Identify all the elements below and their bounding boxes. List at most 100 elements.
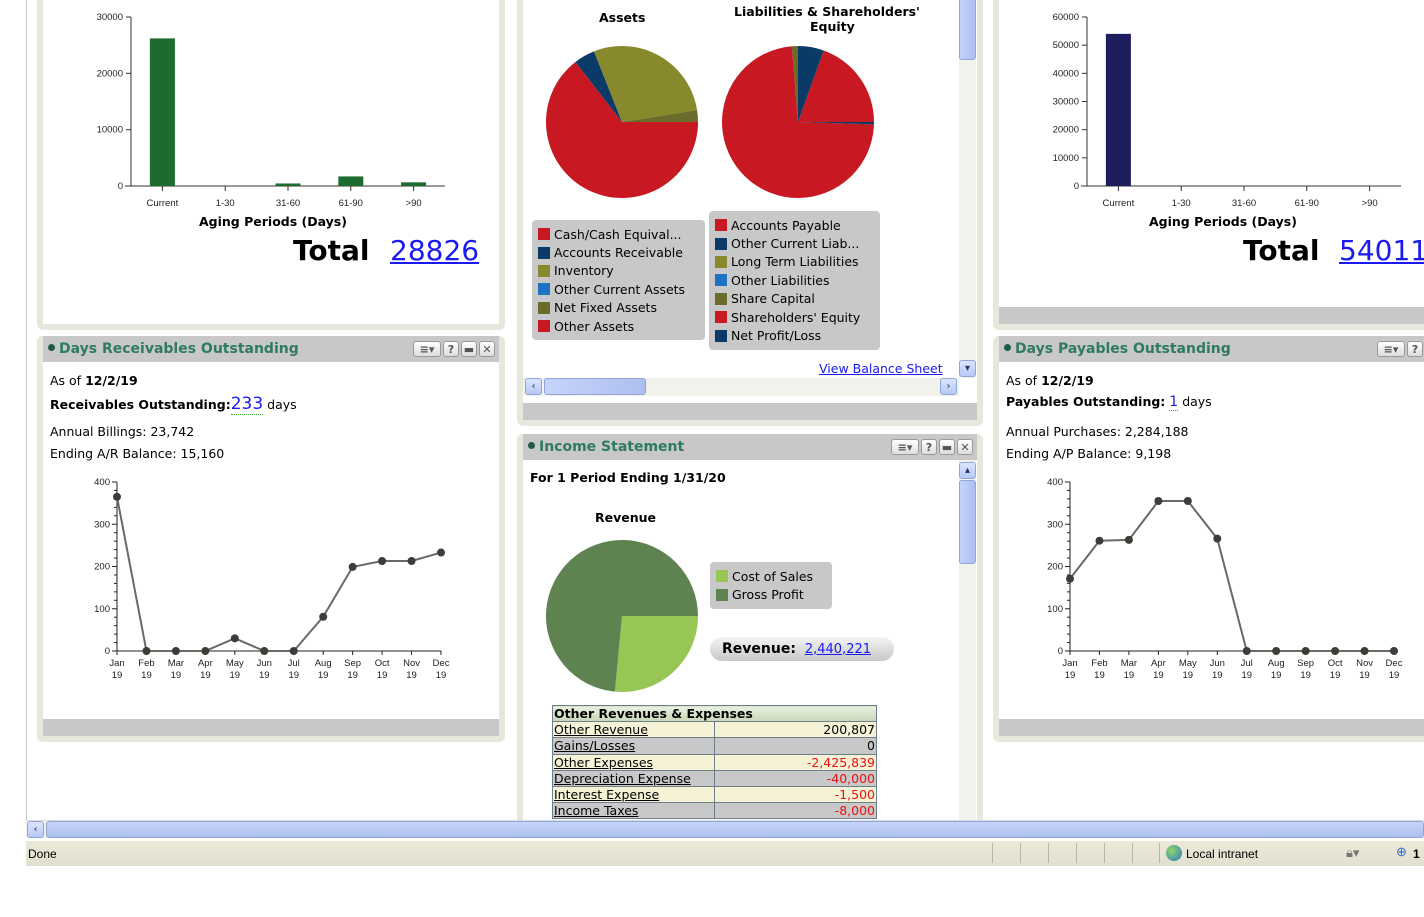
legend-swatch bbox=[538, 320, 550, 333]
x-tick-label: Current bbox=[1103, 198, 1135, 209]
revenue-value-link[interactable]: 2,440,221 bbox=[805, 642, 871, 657]
dso-help-button[interactable]: ? bbox=[443, 341, 459, 357]
ap-total-label: Total bbox=[1243, 234, 1320, 267]
row-name-link[interactable]: Gains/Losses bbox=[552, 737, 715, 755]
balance-vscroll-thumb[interactable] bbox=[959, 0, 976, 60]
dpo-help-button[interactable]: ? bbox=[1407, 341, 1423, 357]
legend-swatch bbox=[538, 301, 550, 314]
dpo-annual-purchases: Annual Purchases: 2,284,188 bbox=[1006, 424, 1189, 439]
dpo-metric-value[interactable]: 1 bbox=[1169, 394, 1179, 411]
dso-menu-button[interactable]: ≡▾ bbox=[413, 341, 441, 357]
x-tick-label: Aug bbox=[315, 658, 332, 669]
data-point bbox=[201, 647, 210, 655]
row-value: 0 bbox=[714, 737, 877, 755]
dso-title: Days Receivables Outstanding bbox=[59, 341, 299, 357]
income-scroll-up-button[interactable]: ▴ bbox=[959, 462, 976, 479]
x-tick-label: May bbox=[1179, 658, 1197, 669]
income-help-button[interactable]: ? bbox=[921, 439, 937, 455]
dso-annual-billings: Annual Billings: 23,742 bbox=[50, 424, 195, 439]
row-value: -2,425,839 bbox=[714, 753, 877, 771]
x-tick-label: Dec bbox=[1386, 658, 1403, 669]
balance-scroll-right-button[interactable]: › bbox=[940, 378, 957, 395]
as-of-date: 12/2/19 bbox=[85, 373, 138, 388]
x-tick-label: 19 bbox=[1330, 670, 1341, 681]
x-tick-label: Oct bbox=[1328, 658, 1343, 669]
legend-label: Other Liabilities bbox=[731, 272, 830, 288]
balance-scroll-down-button[interactable]: ▾ bbox=[959, 360, 976, 377]
legend-item: Share Capital bbox=[715, 290, 874, 308]
x-tick-label: Apr bbox=[1151, 658, 1166, 669]
x-tick-label: Jul bbox=[1241, 658, 1253, 669]
y-tick-label: 400 bbox=[1047, 477, 1063, 488]
dpo-menu-button[interactable]: ≡▾ bbox=[1377, 341, 1405, 357]
ar-total-link[interactable]: 28826 bbox=[390, 234, 479, 267]
x-tick-label: >90 bbox=[1362, 198, 1378, 209]
income-close-button[interactable]: ✕ bbox=[957, 439, 973, 455]
x-tick-label: 19 bbox=[1300, 670, 1311, 681]
row-name-link[interactable]: Interest Expense bbox=[552, 785, 715, 804]
legend-item: Accounts Receivable bbox=[538, 243, 699, 261]
protected-mode-icon[interactable]: 🔒︎▾ bbox=[1346, 845, 1359, 861]
data-point bbox=[437, 548, 445, 557]
income-menu-button[interactable]: ≡▾ bbox=[891, 439, 919, 455]
balance-scroll-left-button[interactable]: ‹ bbox=[525, 378, 542, 395]
income-vertical-scrollbar[interactable]: ▴ bbox=[959, 460, 976, 820]
x-tick-label: Jun bbox=[257, 658, 272, 669]
as-of-label: As of bbox=[50, 373, 82, 388]
portlet-bullet-icon bbox=[1004, 343, 1011, 351]
row-name-link[interactable]: Other Expenses bbox=[552, 753, 715, 771]
ap-aging-portlet: 0 10000 20000 30000 40000 50000 60000 Current 1-… bbox=[993, 0, 1424, 330]
x-tick-label: Jan bbox=[109, 658, 124, 669]
x-tick-label: 1-30 bbox=[1172, 198, 1191, 209]
balance-hscroll-thumb[interactable] bbox=[544, 378, 646, 395]
page-horizontal-scrollbar[interactable]: ‹ bbox=[26, 820, 1424, 838]
row-value: 200,807 bbox=[714, 721, 877, 739]
data-point bbox=[378, 557, 387, 566]
balance-vertical-scrollbar[interactable]: ▾ bbox=[959, 0, 976, 378]
row-name-link[interactable]: Depreciation Expense bbox=[552, 769, 715, 787]
legend-label: Gross Profit bbox=[732, 587, 804, 603]
row-name-link[interactable]: Other Revenue bbox=[552, 721, 715, 739]
zoom-icon[interactable]: ⊕ bbox=[1396, 844, 1407, 860]
x-tick-label: 61-90 bbox=[339, 198, 363, 209]
local-intranet-icon bbox=[1166, 845, 1182, 861]
zoom-level[interactable]: 1 bbox=[1413, 847, 1420, 861]
bar bbox=[275, 183, 301, 186]
x-tick-label: 19 bbox=[288, 670, 299, 681]
page-scroll-left-button[interactable]: ‹ bbox=[27, 821, 44, 838]
dso-metric-value[interactable]: 233 bbox=[230, 394, 264, 415]
row-name-link[interactable]: Income Taxes bbox=[552, 802, 715, 820]
x-tick-label: Mar bbox=[1121, 658, 1137, 669]
y-tick-label: 50000 bbox=[1053, 40, 1079, 51]
balance-footer bbox=[523, 403, 977, 420]
x-tick-label: 19 bbox=[1389, 670, 1400, 681]
x-tick-label: 19 bbox=[141, 670, 152, 681]
income-header: Income Statement ≡▾ ? ▬ ✕ bbox=[523, 434, 977, 460]
revenue-label: Revenue: bbox=[722, 641, 796, 657]
legend-swatch bbox=[715, 255, 727, 268]
data-point bbox=[1213, 534, 1222, 543]
row-value: -40,000 bbox=[714, 769, 877, 787]
legend-label: Accounts Receivable bbox=[554, 245, 683, 261]
dso-minimize-button[interactable]: ▬ bbox=[461, 341, 477, 357]
legend-swatch bbox=[716, 588, 728, 601]
x-tick-label: 19 bbox=[259, 670, 270, 681]
page-hscroll-thumb[interactable] bbox=[46, 821, 1424, 838]
data-point bbox=[260, 647, 269, 655]
y-tick-label: 100 bbox=[94, 604, 110, 615]
ap-total-link[interactable]: 54011 bbox=[1339, 234, 1424, 267]
balance-horizontal-scrollbar[interactable]: ‹ › bbox=[523, 378, 959, 396]
x-tick-label: Oct bbox=[375, 658, 390, 669]
y-tick-label: 200 bbox=[94, 562, 110, 573]
x-tick-label: Sep bbox=[1297, 658, 1314, 669]
legend-swatch bbox=[538, 228, 550, 241]
income-statement-portlet: Income Statement ≡▾ ? ▬ ✕ For 1 Period E… bbox=[517, 434, 983, 820]
dso-close-button[interactable]: ✕ bbox=[479, 341, 495, 357]
legend-label: Net Profit/Loss bbox=[731, 328, 822, 344]
bar bbox=[149, 38, 175, 187]
income-minimize-button[interactable]: ▬ bbox=[939, 439, 955, 455]
legend-swatch bbox=[715, 274, 727, 287]
legend-item: Gross Profit bbox=[716, 585, 826, 603]
view-balance-sheet-link[interactable]: View Balance Sheet bbox=[819, 361, 943, 376]
income-vscroll-thumb[interactable] bbox=[959, 480, 976, 564]
